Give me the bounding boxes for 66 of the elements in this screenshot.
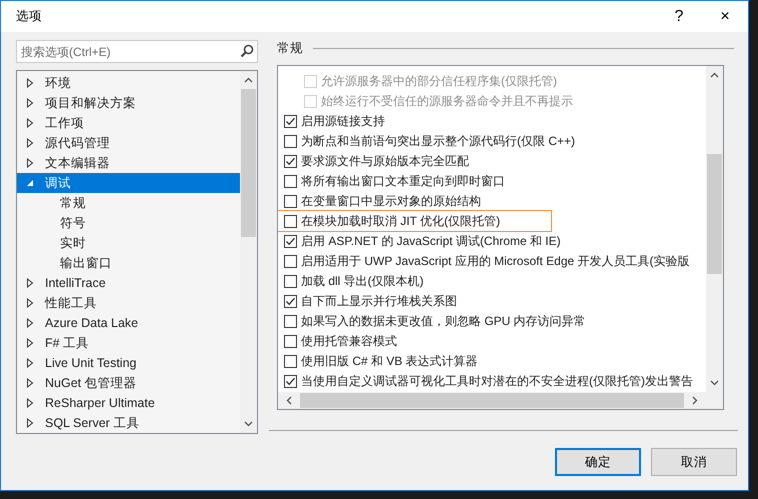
option-label: 始终运行不受信任的源服务器命令并且不再提示: [321, 93, 573, 110]
option-label: 要求源文件与原始版本完全匹配: [301, 153, 469, 170]
scroll-right-icon[interactable]: [692, 396, 698, 405]
checkbox[interactable]: [284, 334, 297, 348]
scroll-left-icon[interactable]: [286, 396, 292, 405]
tree-item[interactable]: 工作项: [17, 113, 240, 133]
tree-item[interactable]: Azure Data Lake: [17, 313, 240, 333]
option-label: 自下而上显示并行堆栈关系图: [301, 293, 457, 310]
checkbox[interactable]: [284, 254, 297, 268]
option-label: 启用适用于 UWP JavaScript 应用的 Microsoft Edge 开发人员工具(实验版: [301, 253, 690, 270]
option-label: 如果写入的数据未更改值，则忽略 GPU 内存访问异常: [301, 313, 586, 330]
search-field[interactable]: 搜索选项(Ctrl+E): [16, 40, 258, 63]
option-label: 使用旧版 C# 和 VB 表达式计算器: [301, 353, 478, 370]
scroll-up-icon[interactable]: [710, 72, 719, 78]
section-title: 常规: [277, 40, 303, 58]
checkbox[interactable]: [284, 314, 297, 328]
scroll-up-icon[interactable]: [244, 77, 253, 83]
option-label: 允许源服务器中的部分信任程序集(仅限托管): [321, 73, 557, 90]
checkbox[interactable]: [284, 154, 297, 168]
option-label: 当使用自定义调试器可视化工具时对潜在的不安全进程(仅限托管)发出警告: [301, 373, 693, 390]
help-button[interactable]: ?: [656, 1, 702, 32]
tree-item[interactable]: SQL Server 工具: [17, 413, 240, 433]
tree-item[interactable]: Live Unit Testing: [17, 353, 240, 373]
checkbox[interactable]: [284, 134, 297, 148]
tree-item[interactable]: F# 工具: [17, 333, 240, 353]
tree-item[interactable]: 项目和解决方案: [17, 93, 240, 113]
scrollbar-thumb[interactable]: [300, 393, 684, 408]
option-label: 将所有输出窗口文本重定向到即时窗口: [301, 173, 505, 190]
checkbox[interactable]: [284, 174, 297, 188]
tree-item[interactable]: ReSharper Ultimate: [17, 393, 240, 413]
option-label: 加载 dll 导出(仅限本机): [301, 273, 424, 290]
tree-item[interactable]: 调试: [17, 173, 240, 193]
scroll-down-icon[interactable]: [244, 421, 253, 427]
scroll-down-icon[interactable]: [710, 380, 719, 386]
checkbox[interactable]: [284, 294, 297, 308]
checkbox[interactable]: [284, 114, 297, 128]
tree-item[interactable]: 符号: [17, 213, 240, 233]
ok-button[interactable]: 确定: [555, 448, 641, 476]
tree-item[interactable]: 常规: [17, 193, 240, 213]
option-label: 为断点和当前语句突出显示整个源代码行(仅限 C++): [301, 133, 576, 150]
scrollbar-thumb[interactable]: [241, 89, 256, 237]
tree-item[interactable]: 源代码管理: [17, 133, 240, 153]
option-label: 使用托管兼容模式: [301, 333, 397, 350]
checkbox[interactable]: [284, 214, 297, 228]
checkbox[interactable]: [284, 274, 297, 288]
tree-item[interactable]: NuGet 包管理器: [17, 373, 240, 393]
tree-item[interactable]: 文本编辑器: [17, 153, 240, 173]
option-label: 在模块加载时取消 JIT 优化(仅限托管): [301, 213, 500, 230]
option-label: 启用 ASP.NET 的 JavaScript 调试(Chrome 和 IE): [301, 233, 561, 250]
checkbox[interactable]: [284, 374, 297, 388]
close-button[interactable]: ×: [702, 1, 748, 32]
collapse-icon[interactable]: [26, 178, 34, 188]
tree-item[interactable]: 实时: [17, 233, 240, 253]
search-icon: [240, 44, 254, 58]
window-title: 选项: [16, 8, 43, 26]
checkbox[interactable]: [284, 354, 297, 368]
tree-item[interactable]: 环境: [17, 73, 240, 93]
checkbox[interactable]: [284, 194, 297, 208]
tree-item[interactable]: 性能工具: [17, 293, 240, 313]
option-label: 启用源链接支持: [301, 113, 385, 130]
tree-item[interactable]: 输出窗口: [17, 253, 240, 273]
cancel-button[interactable]: 取消: [651, 448, 737, 476]
scrollbar-thumb[interactable]: [707, 154, 722, 274]
checkbox[interactable]: [284, 234, 297, 248]
tree-item[interactable]: IntelliTrace: [17, 273, 240, 293]
option-label: 在变量窗口中显示对象的原始结构: [301, 193, 481, 210]
